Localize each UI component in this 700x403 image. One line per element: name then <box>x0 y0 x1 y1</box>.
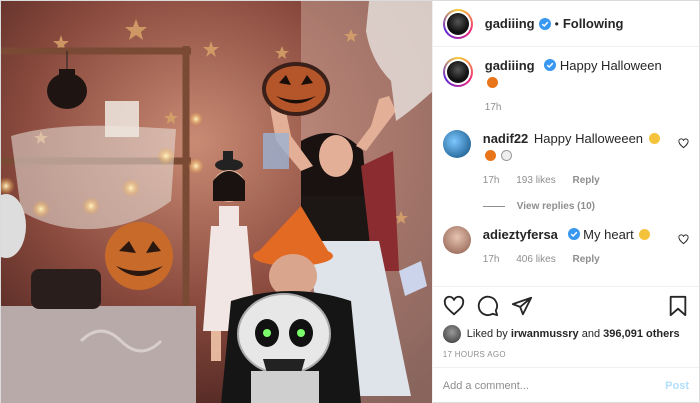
comment-text: My heart <box>583 227 634 242</box>
commenter-avatar[interactable] <box>442 130 471 158</box>
comments-list: gadiiing Happy Halloween 17h nadif22 Hap… <box>433 47 699 286</box>
comment-time[interactable]: 17h <box>483 254 500 265</box>
likes-count[interactable]: 396,091 others <box>603 328 679 340</box>
post-photo[interactable] <box>1 1 432 403</box>
comment-item: adieztyfersa My heart 17h 406 likes Repl… <box>442 226 689 268</box>
jack-o-lantern-icon <box>486 77 498 88</box>
caption-time[interactable]: 17h <box>485 102 502 113</box>
heart-eyes-emoji-icon <box>648 133 660 144</box>
likes-joiner: and <box>581 328 601 340</box>
skeleton-balloon <box>237 293 331 403</box>
post-comment-button[interactable]: Post <box>665 380 689 392</box>
share-icon[interactable] <box>511 295 533 317</box>
pleading-face-emoji-icon <box>639 229 651 240</box>
comment-text: Happy Halloweeen <box>533 131 644 146</box>
view-replies-line <box>482 206 505 207</box>
liker-username[interactable]: irwanmussry <box>511 328 579 340</box>
verified-icon <box>544 59 557 71</box>
comment-item: nadif22 Happy Halloweeen 17h 193 likes R… <box>442 130 689 189</box>
comment-like-heart-icon[interactable] <box>678 138 689 149</box>
caption: gadiiing Happy Halloween 17h <box>442 57 689 116</box>
post-header: gadiiing • Following <box>432 1 699 47</box>
comment-input[interactable] <box>442 380 666 392</box>
commenter-username[interactable]: adieztyfersa <box>483 227 558 242</box>
caption-username[interactable]: gadiiing <box>485 58 535 73</box>
action-bar <box>432 286 699 324</box>
heart-icon[interactable] <box>443 295 465 317</box>
comment-like-heart-icon[interactable] <box>678 234 689 245</box>
view-replies-label: View replies (10) <box>516 201 595 212</box>
view-replies-button[interactable]: View replies (10) <box>482 201 689 212</box>
likes-prefix: Liked by <box>466 328 508 340</box>
separator-dot: • <box>554 16 559 31</box>
following-button[interactable]: Following <box>563 16 624 31</box>
author-avatar[interactable] <box>442 8 473 39</box>
caption-avatar[interactable] <box>442 57 473 87</box>
caption-text: Happy Halloween <box>559 58 662 73</box>
commenter-username[interactable]: nadif22 <box>483 131 529 146</box>
ghost-icon <box>501 150 513 161</box>
reply-button[interactable]: Reply <box>572 175 599 186</box>
likes-summary: Liked by irwanmussry and 396,091 others <box>433 324 699 344</box>
comment-icon[interactable] <box>477 295 499 317</box>
verified-icon <box>538 17 551 30</box>
bookmark-icon[interactable] <box>667 295 689 317</box>
comment-likes[interactable]: 406 likes <box>516 254 555 265</box>
reply-button[interactable]: Reply <box>572 254 599 265</box>
halloween-photo <box>1 1 432 403</box>
comment-likes[interactable]: 193 likes <box>516 175 555 186</box>
author-username[interactable]: gadiiing <box>485 16 535 31</box>
verified-icon <box>567 228 580 240</box>
commenter-avatar[interactable] <box>442 226 471 254</box>
comment-time[interactable]: 17h <box>483 175 500 186</box>
liker-avatar[interactable] <box>442 325 461 343</box>
post-time[interactable]: 17 HOURS AGO <box>432 344 699 368</box>
jack-o-lantern-icon <box>484 150 496 161</box>
post-sidebar: gadiiing • Following gadiiing Happy Hall… <box>431 1 699 403</box>
instagram-post: gadiiing • Following gadiiing Happy Hall… <box>0 0 700 403</box>
add-comment-bar: Post <box>433 368 699 403</box>
